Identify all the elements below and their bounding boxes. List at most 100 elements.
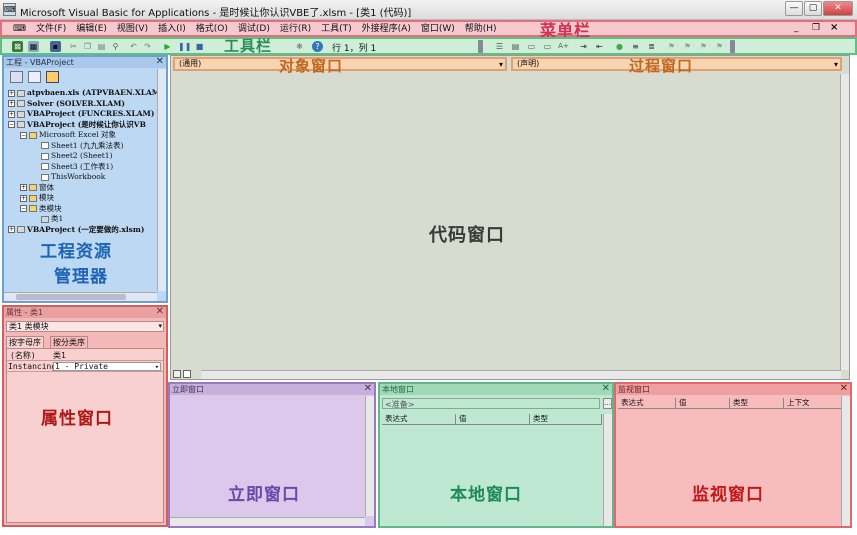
- menu-item[interactable]: 调试(D): [233, 23, 275, 35]
- menu-item[interactable]: 运行(R): [275, 23, 316, 35]
- toolbar-overflow[interactable]: [478, 40, 483, 53]
- call-stack-button[interactable]: …: [603, 398, 612, 409]
- watch-window[interactable]: 监视窗口 ✕ 表达式 值 类型 上下文 监视窗口: [614, 382, 852, 528]
- menu-item[interactable]: 插入(I): [153, 23, 191, 35]
- watch-close-icon[interactable]: ✕: [840, 384, 848, 394]
- code-vscrollbar[interactable]: [840, 74, 849, 370]
- watch-col-expression[interactable]: 表达式: [618, 398, 676, 408]
- properties-grid[interactable]: (名称) 类1 Instancing 1 - Private ▾ 属性窗口: [6, 348, 164, 523]
- immediate-close-icon[interactable]: ✕: [364, 384, 372, 394]
- code-hscrollbar[interactable]: [201, 370, 841, 379]
- outdent-icon[interactable]: ⇤: [594, 41, 605, 52]
- code-window[interactable]: 代码窗口: [170, 55, 850, 380]
- parameter-info-icon[interactable]: ▭: [542, 41, 553, 52]
- menu-item[interactable]: 窗口(W): [416, 23, 460, 35]
- redo-icon[interactable]: ↷: [142, 41, 153, 52]
- previous-bookmark-icon[interactable]: ⚑: [698, 41, 709, 52]
- watch-col-type[interactable]: 类型: [730, 398, 784, 408]
- watch-col-context[interactable]: 上下文: [784, 398, 842, 408]
- immediate-vscrollbar[interactable]: [365, 396, 374, 516]
- menu-item[interactable]: 帮助(H): [460, 23, 502, 35]
- full-module-view-icon[interactable]: [183, 370, 191, 378]
- maximize-button[interactable]: ▢: [804, 1, 822, 16]
- locals-col-value[interactable]: 值: [456, 414, 530, 424]
- copy-icon[interactable]: ❐: [82, 41, 93, 52]
- tree-item[interactable]: Sheet3 (工作表1): [8, 162, 166, 173]
- property-row[interactable]: Instancing 1 - Private ▾: [7, 362, 163, 372]
- immediate-window[interactable]: 立即窗口 ✕ 立即窗口: [168, 382, 376, 528]
- toolbar-overflow-2[interactable]: [730, 40, 735, 53]
- collapse-icon[interactable]: −: [20, 131, 27, 139]
- project-vscrollbar[interactable]: [157, 69, 166, 291]
- quick-info-icon[interactable]: ▭: [526, 41, 537, 52]
- tree-item[interactable]: + 模块: [8, 193, 166, 204]
- vba-app-icon[interactable]: ⌨: [3, 3, 16, 16]
- project-tree[interactable]: + atpvbaen.xls (ATPVBAEN.XLAM) + Solver (SO…: [8, 88, 166, 235]
- tree-item[interactable]: − 类模块: [8, 204, 166, 215]
- view-excel-icon[interactable]: ⊠: [12, 41, 23, 52]
- properties-object-select[interactable]: 类1 类模块 ▾: [6, 321, 164, 332]
- next-bookmark-icon[interactable]: ⚑: [682, 41, 693, 52]
- view-code-icon[interactable]: [10, 71, 23, 83]
- reset-icon[interactable]: ■: [194, 41, 205, 52]
- procedure-combo[interactable]: (声明) ▾ 过程窗口: [511, 57, 842, 75]
- close-button[interactable]: ✕: [823, 1, 853, 16]
- expand-icon[interactable]: +: [8, 110, 15, 118]
- toggle-bookmark-icon[interactable]: ⚑: [666, 41, 677, 52]
- undo-icon[interactable]: ↶: [128, 41, 139, 52]
- tab-categorized[interactable]: 按分类序: [50, 336, 88, 348]
- tree-item[interactable]: − VBAProject (是时候让你认识VB: [8, 120, 166, 131]
- uncomment-block-icon[interactable]: ≣: [646, 41, 657, 52]
- help-icon[interactable]: ?: [312, 41, 323, 52]
- expand-icon[interactable]: +: [8, 89, 15, 97]
- tree-item[interactable]: + Solver (SOLVER.XLAM): [8, 99, 166, 110]
- insert-module-icon[interactable]: ▦: [28, 41, 39, 52]
- tree-item[interactable]: ThisWorkbook: [8, 172, 166, 183]
- indent-icon[interactable]: ⇥: [578, 41, 589, 52]
- cut-icon[interactable]: ✂: [68, 41, 79, 52]
- instancing-select[interactable]: 1 - Private ▾: [53, 362, 161, 371]
- watch-vscrollbar[interactable]: [841, 396, 850, 526]
- procedure-view-icon[interactable]: [173, 370, 181, 378]
- break-icon[interactable]: ❚❚: [178, 41, 191, 52]
- paste-icon[interactable]: ▤: [96, 41, 107, 52]
- expand-icon[interactable]: +: [20, 194, 27, 202]
- collapse-icon[interactable]: −: [8, 121, 15, 128]
- locals-col-type[interactable]: 类型: [530, 414, 602, 424]
- menu-item[interactable]: 格式(O): [191, 23, 233, 35]
- tree-item[interactable]: Sheet1 (九九乘法表): [8, 141, 166, 152]
- expand-icon[interactable]: +: [20, 184, 27, 191]
- tree-item[interactable]: + VBAProject (一定要做的.xlsm): [8, 225, 166, 236]
- menu-item[interactable]: 视图(V): [112, 23, 153, 35]
- project-hscrollbar[interactable]: [4, 292, 157, 301]
- comment-block-icon[interactable]: ≡: [630, 41, 641, 52]
- expand-icon[interactable]: +: [8, 226, 15, 233]
- tree-item[interactable]: + VBAProject (FUNCRES.XLAM): [8, 109, 166, 120]
- properties-close-icon[interactable]: ✕: [156, 307, 164, 317]
- toggle-folders-icon[interactable]: [46, 71, 59, 83]
- menu-item[interactable]: 外接程序(A): [357, 23, 416, 35]
- locals-window[interactable]: 本地窗口 ✕ <准备> … 表达式 值 类型 本地窗口: [378, 382, 614, 528]
- find-icon[interactable]: ⚲: [110, 41, 121, 52]
- mdi-close-button[interactable]: ×: [830, 22, 838, 33]
- object-combo[interactable]: (通用) ▾ 对象窗口: [173, 57, 507, 75]
- list-constants-icon[interactable]: ▤: [510, 41, 521, 52]
- tab-alphabetic[interactable]: 按字母序: [6, 336, 44, 348]
- list-properties-icon[interactable]: ☰: [494, 41, 505, 52]
- property-row[interactable]: (名称) 类1: [7, 351, 163, 361]
- project-close-icon[interactable]: ✕: [156, 57, 164, 67]
- tree-item[interactable]: + atpvbaen.xls (ATPVBAEN.XLAM): [8, 88, 166, 99]
- toggle-breakpoint-icon[interactable]: ●: [614, 41, 625, 52]
- run-icon[interactable]: ▶: [162, 41, 173, 52]
- complete-word-icon[interactable]: A+: [558, 41, 569, 52]
- expand-icon[interactable]: +: [8, 100, 15, 107]
- menu-item[interactable]: 文件(F): [31, 23, 71, 35]
- watch-col-value[interactable]: 值: [676, 398, 730, 408]
- save-icon[interactable]: ▪: [50, 41, 61, 52]
- locals-close-icon[interactable]: ✕: [602, 384, 610, 394]
- collapse-icon[interactable]: −: [20, 205, 27, 212]
- locals-col-expression[interactable]: 表达式: [382, 414, 456, 424]
- mdi-minimize-button[interactable]: _: [794, 23, 799, 33]
- menu-item[interactable]: 工具(T): [316, 23, 357, 35]
- project-hscroll-thumb[interactable]: [16, 294, 126, 300]
